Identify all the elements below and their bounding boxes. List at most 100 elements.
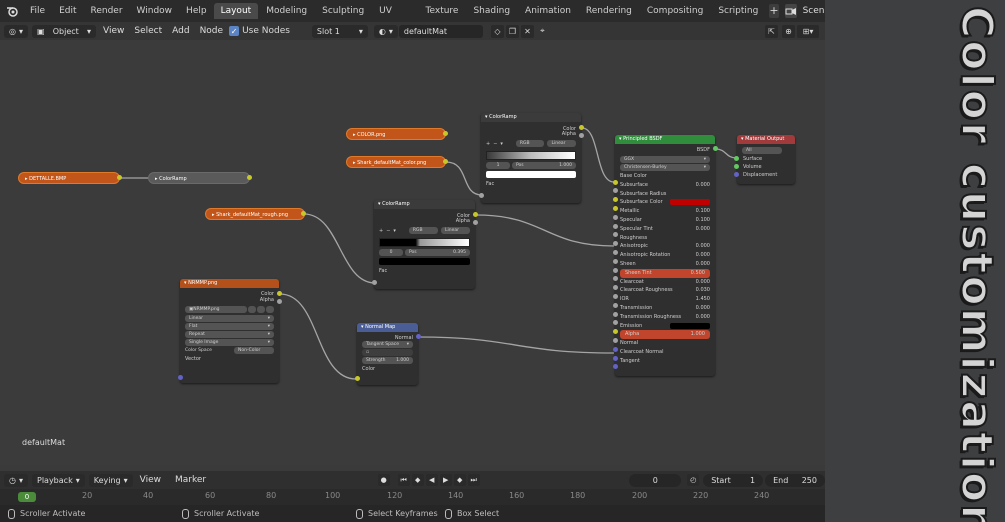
node-header[interactable]: ▾ Material Output (737, 135, 795, 144)
keying-dropdown[interactable]: Keying ▾ (88, 473, 133, 487)
node-dettagli-bmp[interactable]: ▸ DETTALLE.BMP (18, 172, 120, 184)
use-nodes-toggle[interactable]: ✓ Use Nodes (229, 26, 290, 36)
add-stop-icon[interactable]: + (486, 141, 490, 147)
node-shark-rough-png[interactable]: ▸ Shark_defaultMat_rough.png (205, 208, 305, 220)
fake-user-icon[interactable] (248, 306, 256, 313)
bsdf-input-row[interactable]: Roughness (615, 234, 715, 243)
tab-rendering[interactable]: Rendering (579, 3, 639, 19)
remove-stop-icon[interactable]: − (493, 141, 497, 147)
jump-start-icon[interactable]: ⏮ (397, 474, 410, 486)
bsdf-input-value[interactable]: 1.000 (691, 330, 705, 339)
bsdf-input-value[interactable]: 0.500 (691, 269, 705, 278)
remove-stop-icon[interactable]: − (386, 228, 390, 234)
node-image-texture-nrmmp[interactable]: ▾ NRMMP.png Color Alpha ▣ NRMMP.png Line… (180, 279, 279, 383)
bsdf-input-row[interactable]: Emission (615, 322, 715, 331)
bsdf-input-value[interactable]: 0.000 (696, 304, 710, 313)
menu-view[interactable]: View (133, 475, 168, 485)
tab-scripting[interactable]: Scripting (711, 3, 765, 19)
bsdf-input-row[interactable]: Subsurface 0.000 (615, 181, 715, 190)
stop-index-field[interactable]: 0 (379, 249, 403, 256)
node-colorramp-1[interactable]: ▾ ColorRamp Color Alpha + − ▾ RGB Linear 1… (481, 113, 581, 203)
strength-field[interactable]: Strength 1.000 (362, 357, 413, 364)
interpolation-dropdown[interactable]: Linear ▾ (185, 315, 274, 322)
bsdf-input-row[interactable]: Metallic 0.100 (615, 207, 715, 216)
tab-texture-paint[interactable]: Texture Paint (419, 3, 466, 32)
menu-file[interactable]: File (23, 0, 52, 22)
tab-sculpting[interactable]: Sculpting (315, 3, 371, 19)
color-mode-dropdown[interactable]: RGB (408, 227, 438, 234)
target-dropdown[interactable]: All (742, 147, 782, 154)
bsdf-input-row[interactable]: Alpha 1.000 (620, 330, 710, 340)
socket-output-displacement-in[interactable] (734, 172, 739, 177)
node-material-output[interactable]: ▾ Material Output All Surface Volume Dis… (737, 135, 795, 184)
menu-render[interactable]: Render (84, 0, 130, 22)
tab-layout[interactable]: Layout (213, 3, 259, 19)
node-header[interactable]: ▾ ColorRamp (374, 200, 475, 209)
socket-bsdf-input[interactable] (613, 346, 618, 352)
socket-colorramp-collapsed-out[interactable] (247, 175, 252, 180)
play-icon[interactable]: ▶ (439, 474, 452, 486)
socket-bsdf-input[interactable] (613, 355, 618, 361)
subsurface-method-dropdown[interactable]: Christensen-Burley ▾ (620, 164, 710, 171)
timeline-ruler[interactable]: 0 20 40 60 80 100 120 140 160 180 200 22… (0, 489, 825, 505)
jump-end-icon[interactable]: ⏭ (467, 474, 480, 486)
bsdf-input-value[interactable]: 0.030 (696, 286, 710, 295)
menu-edit[interactable]: Edit (52, 0, 83, 22)
tab-modeling[interactable]: Modeling (259, 3, 314, 19)
stopwatch-icon[interactable]: ◴ (687, 474, 700, 486)
socket-bsdf-input[interactable] (613, 337, 618, 343)
socket-ramp2-color-out[interactable] (473, 212, 478, 217)
bsdf-input-value[interactable]: 0.000 (696, 242, 710, 251)
image-file-field[interactable]: ▣ NRMMP.png (185, 306, 247, 313)
menu-view[interactable]: View (96, 26, 131, 36)
socket-ramp1-fac-in[interactable] (479, 193, 484, 198)
tab-uv-editing[interactable]: UV Editing (372, 3, 417, 32)
node-colorramp-2[interactable]: ▾ ColorRamp Color Alpha + − ▾ RGB Linear 0… (374, 200, 475, 289)
node-shark-color-png[interactable]: ▸ Shark_defaultMat_color.png (346, 156, 446, 168)
socket-bsdf-input[interactable] (613, 179, 618, 185)
bsdf-input-row[interactable]: Transmission Roughness 0.000 (615, 313, 715, 322)
scene-selector-icon[interactable] (784, 4, 797, 18)
stop-position-field[interactable]: Pos 1.000 (512, 162, 576, 169)
bsdf-input-value[interactable]: 0.000 (696, 225, 710, 234)
bsdf-input-value[interactable]: 0.100 (696, 216, 710, 225)
bsdf-input-value[interactable] (670, 199, 710, 206)
prev-keyframe-icon[interactable]: ◆ (411, 474, 424, 486)
socket-ramp1-color-out[interactable] (579, 125, 584, 130)
socket-nrm-alpha-out[interactable] (277, 299, 282, 304)
socket-ramp2-fac-in[interactable] (372, 280, 377, 285)
bsdf-input-row[interactable]: Specular 0.100 (615, 216, 715, 225)
material-browse-button[interactable]: ◐ ▾ (373, 24, 398, 38)
bsdf-input-value[interactable]: 0.000 (696, 313, 710, 322)
bsdf-input-value[interactable]: 0.000 (696, 260, 710, 269)
node-header[interactable]: ▾ NRMMP.png (180, 279, 279, 288)
menu-add[interactable]: Add (165, 26, 196, 36)
bsdf-input-row[interactable]: Subsurface Radius (615, 190, 715, 199)
node-canvas[interactable]: ▸ DETTALLE.BMP ▸ ColorRamp ▸ COLOR.png ▸… (0, 40, 825, 465)
bsdf-input-row[interactable]: Sheen 0.000 (615, 260, 715, 269)
projection-dropdown[interactable]: Flat ▾ (185, 323, 274, 330)
playback-dropdown[interactable]: Playback ▾ (32, 473, 85, 487)
next-keyframe-icon[interactable]: ◆ (453, 474, 466, 486)
bsdf-input-value[interactable]: 0.000 (696, 251, 710, 260)
node-header[interactable]: ▾ ColorRamp (481, 113, 581, 122)
gradient-preview[interactable] (486, 151, 576, 160)
node-header[interactable]: ▾ Normal Map (357, 323, 418, 332)
editor-type-selector[interactable]: ◎ ▾ (4, 24, 28, 38)
menu-node[interactable]: Node (197, 26, 227, 36)
play-reverse-icon[interactable]: ◀ (425, 474, 438, 486)
color-mode-dropdown[interactable]: RGB (515, 140, 545, 147)
bsdf-input-row[interactable]: Subsurface Color (615, 198, 715, 207)
node-header[interactable]: ▾ Principled BSDF (615, 135, 715, 144)
tab-animation[interactable]: Animation (518, 3, 578, 19)
socket-bsdf-input[interactable] (613, 223, 618, 229)
new-image-icon[interactable] (257, 306, 265, 313)
add-workspace-button[interactable]: + (769, 4, 779, 18)
interpolation-dropdown[interactable]: Linear (547, 140, 576, 147)
timeline-editor-type[interactable]: ◷ ▾ (4, 473, 28, 487)
playhead-frame-indicator[interactable]: 0 (18, 492, 36, 502)
fake-user-shield-icon[interactable]: ◇ (490, 24, 504, 38)
socket-ramp1-alpha-out[interactable] (579, 133, 584, 138)
bsdf-input-row[interactable]: Specular Tint 0.000 (615, 225, 715, 234)
interpolation-dropdown[interactable]: Linear (440, 227, 470, 234)
